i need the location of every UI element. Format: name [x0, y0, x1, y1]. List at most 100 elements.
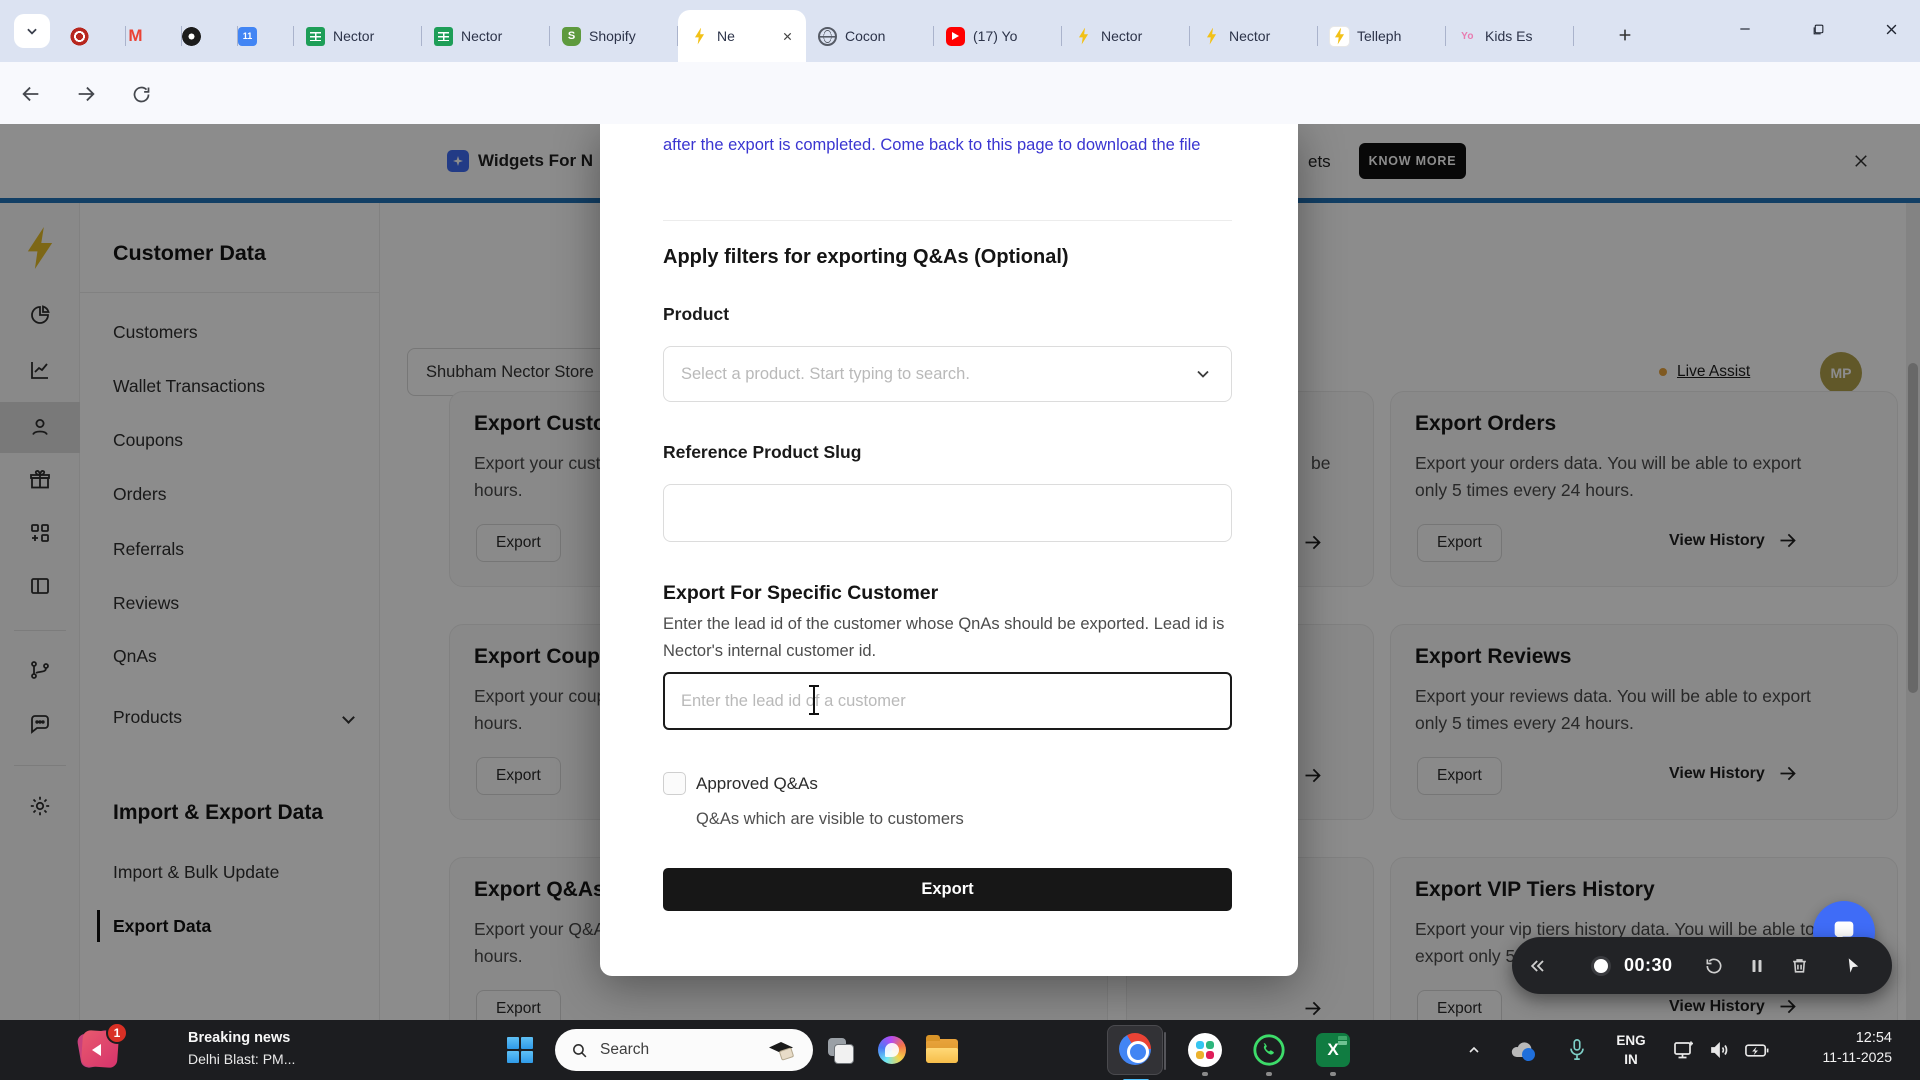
news-subtitle[interactable]: Delhi Blast: PM... [188, 1051, 295, 1067]
start-button[interactable] [507, 1037, 534, 1064]
page-viewport: Widgets For N ets KNOW MORE [0, 124, 1920, 1020]
microphone-tray-icon[interactable] [1566, 1037, 1588, 1062]
browser-tab[interactable]: Ne [678, 10, 806, 62]
tab-title: Nector [1229, 28, 1308, 44]
excel-taskbar-button[interactable]: X [1316, 1033, 1350, 1067]
browser-tab[interactable]: Nector [422, 10, 550, 62]
tab-favicon [182, 27, 201, 46]
tab-title: Cocon [845, 28, 924, 44]
excel-running-dot [1330, 1072, 1336, 1076]
news-badge: 1 [106, 1022, 128, 1044]
window-minimize-button[interactable] [1728, 14, 1762, 44]
microphone-icon [1566, 1037, 1588, 1062]
tab-favicon [946, 27, 965, 46]
tray-expand-button[interactable] [1466, 1042, 1482, 1058]
browser-tab[interactable]: Nector [294, 10, 422, 62]
taskbar-clock[interactable]: 12:54 11-11-2025 [1780, 1030, 1892, 1065]
browser-tab[interactable]: (17) Yo [934, 10, 1062, 62]
onedrive-tray-icon[interactable] [1508, 1038, 1538, 1062]
taskbar: 1 Breaking news Delhi Blast: PM... Searc… [0, 1020, 1920, 1080]
whatsapp-icon [1252, 1033, 1286, 1067]
search-icon [571, 1042, 588, 1059]
display-network-icon [1672, 1038, 1696, 1062]
record-dot-icon [1594, 959, 1608, 973]
recorder-click-tool-button[interactable] [1844, 937, 1863, 994]
tab-list: M 11 [70, 10, 1574, 62]
browser-tabstrip: M 11 [0, 0, 1920, 62]
tab-favicon [690, 27, 709, 46]
window-close-button[interactable] [1874, 14, 1908, 44]
tab-favicon [818, 27, 837, 46]
chrome-icon [1119, 1033, 1151, 1065]
browser-tab[interactable]: Telleph [1318, 10, 1446, 62]
product-label: Product [663, 304, 729, 325]
approved-qnas-checkbox[interactable] [663, 772, 686, 795]
product-select-placeholder: Select a product. Start typing to search… [681, 347, 970, 401]
back-icon [20, 83, 42, 105]
volume-tray-icon[interactable] [1708, 1038, 1732, 1062]
lead-id-input[interactable] [663, 672, 1232, 730]
taskbar-search[interactable]: Search [555, 1029, 813, 1071]
recorder-restart-button[interactable] [1704, 937, 1724, 994]
news-title[interactable]: Breaking news [188, 1030, 290, 1046]
recorder-collapse-button[interactable] [1528, 937, 1548, 994]
slack-running-dot [1202, 1072, 1208, 1076]
copilot-button[interactable] [878, 1036, 906, 1064]
tab-title: Ne [717, 28, 770, 44]
plus-icon [1617, 27, 1633, 43]
chrome-taskbar-button[interactable] [1107, 1025, 1163, 1075]
network-tray-icon[interactable] [1672, 1038, 1696, 1062]
product-select[interactable]: Select a product. Start typing to search… [663, 346, 1232, 402]
tab-close-icon[interactable] [778, 27, 796, 45]
chevron-down-icon [1193, 364, 1213, 384]
browser-tab[interactable]: Yo Kids Es [1446, 10, 1574, 62]
tab-favicon [70, 27, 89, 46]
browser-tab[interactable]: Nector [1190, 10, 1318, 62]
battery-tray-icon[interactable] [1744, 1039, 1771, 1061]
browser-tab[interactable]: Nector [1062, 10, 1190, 62]
slug-input[interactable] [663, 484, 1232, 542]
reload-button[interactable] [124, 82, 158, 106]
whatsapp-running-dot [1266, 1072, 1272, 1076]
tab-title: Nector [1101, 28, 1180, 44]
battery-charging-icon [1744, 1039, 1771, 1061]
slug-label: Reference Product Slug [663, 442, 861, 463]
cursor-icon [1844, 956, 1863, 975]
approved-qnas-help: Q&As which are visible to customers [696, 810, 964, 829]
file-explorer-button[interactable] [926, 1039, 958, 1063]
new-tab-button[interactable] [1610, 20, 1640, 50]
recorder-delete-button[interactable] [1790, 937, 1809, 994]
browser-tab[interactable] [70, 10, 126, 62]
modal-export-button[interactable]: Export [663, 868, 1232, 911]
modal-filters-title: Apply filters for exporting Q&As (Option… [663, 246, 1069, 269]
forward-button[interactable] [69, 82, 103, 106]
browser-tab[interactable]: Cocon [806, 10, 934, 62]
clock-date: 11-11-2025 [1780, 1049, 1892, 1065]
export-qnas-modal: after the export is completed. Come back… [600, 124, 1298, 976]
slack-taskbar-button[interactable] [1188, 1033, 1222, 1067]
excel-glyph: X [1327, 1040, 1338, 1060]
tab-favicon: Yo [1458, 27, 1477, 46]
specific-customer-label: Export For Specific Customer [663, 582, 938, 605]
browser-toolbar: merchant.nector.io/export-data S Work [0, 62, 1920, 124]
task-view-button[interactable] [828, 1038, 854, 1064]
back-button[interactable] [14, 82, 48, 106]
double-chevron-left-icon [1528, 956, 1548, 976]
speaker-icon [1708, 1038, 1732, 1062]
whatsapp-taskbar-button[interactable] [1252, 1033, 1286, 1067]
recorder-record-button[interactable] [1594, 937, 1608, 994]
tab-title: Telleph [1357, 28, 1436, 44]
tab-favicon [434, 27, 453, 46]
pause-icon [1748, 957, 1766, 975]
browser-tab[interactable] [182, 10, 238, 62]
tab-search-button[interactable] [14, 14, 50, 48]
browser-tab[interactable]: M [126, 10, 182, 62]
browser-tab[interactable]: 11 [238, 10, 294, 62]
browser-tab[interactable]: S Shopify [550, 10, 678, 62]
recorder-pause-button[interactable] [1748, 937, 1766, 994]
tab-favicon [1074, 27, 1093, 46]
tab-title: Shopify [589, 28, 668, 44]
language-switcher[interactable]: ENG IN [1608, 1031, 1654, 1069]
modal-note: after the export is completed. Come back… [663, 132, 1238, 159]
window-maximize-button[interactable] [1801, 14, 1835, 44]
